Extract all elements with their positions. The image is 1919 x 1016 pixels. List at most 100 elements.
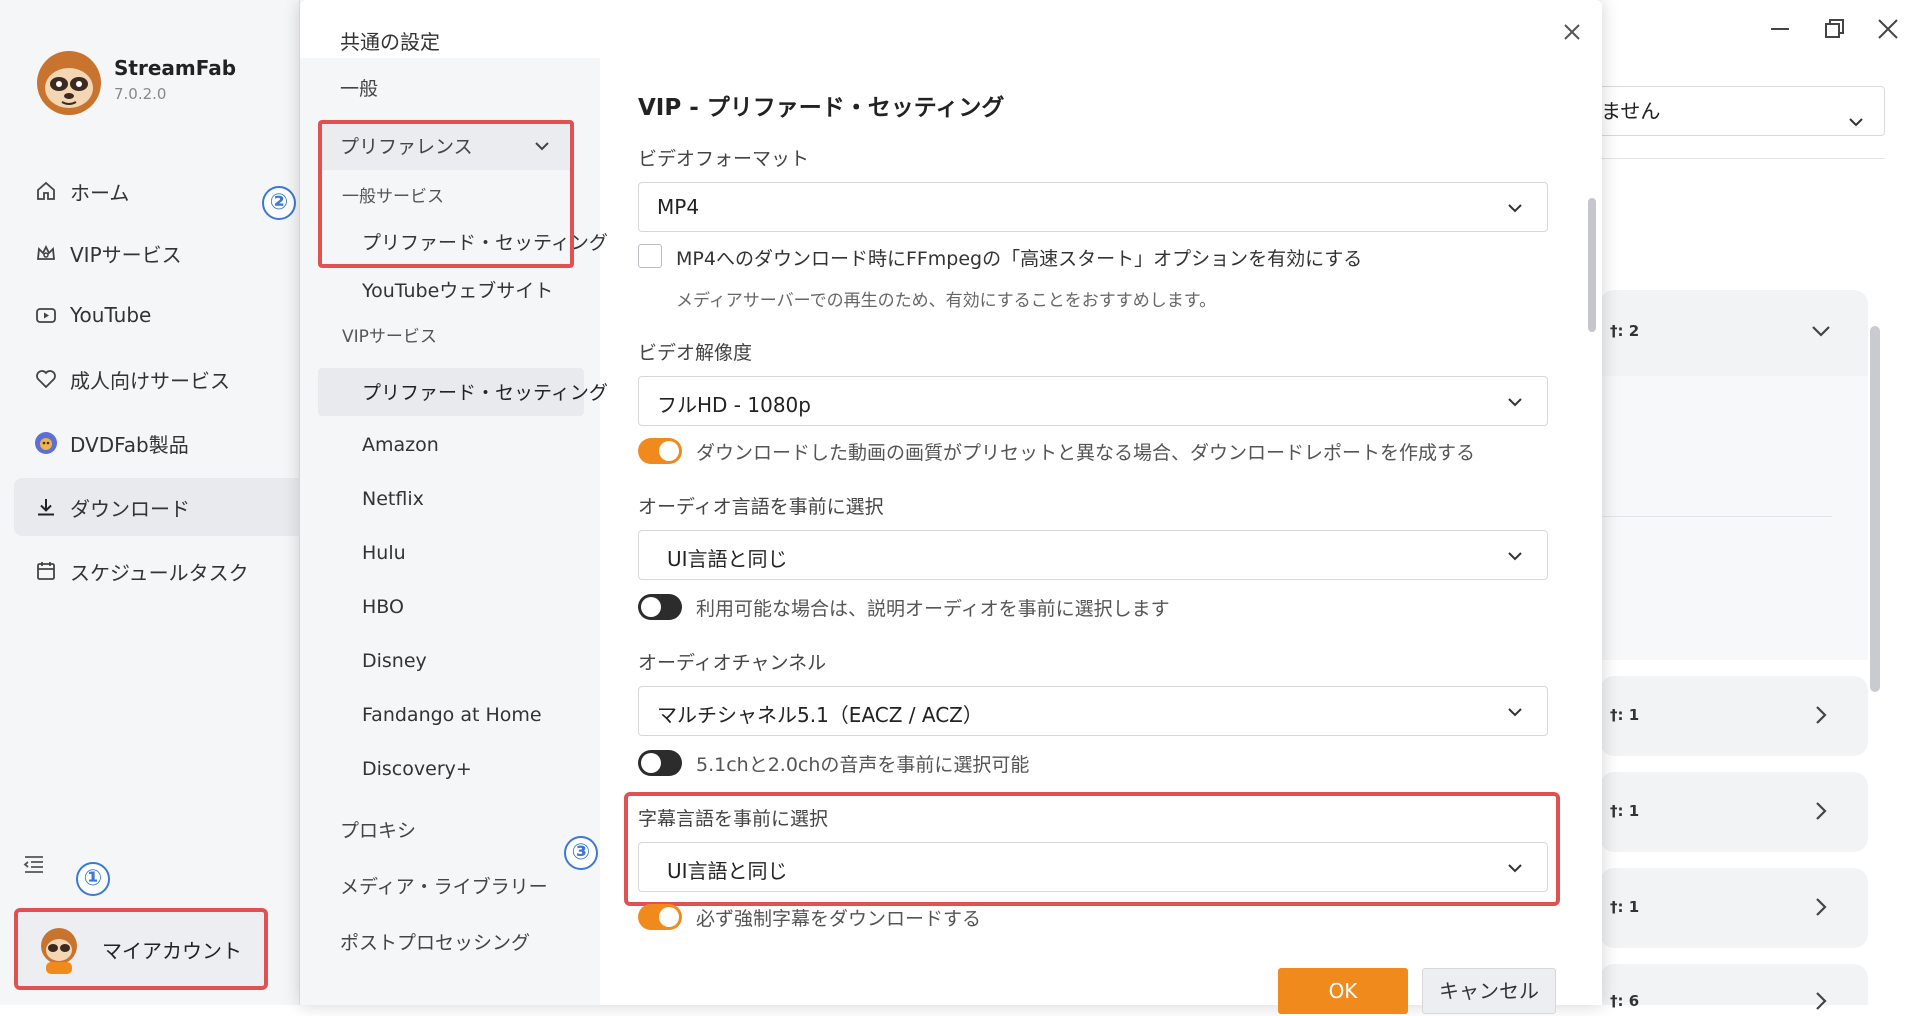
toggle-knob xyxy=(641,597,661,617)
step-badge-1: ① xyxy=(76,862,110,896)
youtube-icon xyxy=(32,301,60,329)
cancel-button[interactable]: キャンセル xyxy=(1422,968,1556,1014)
collapse-sidebar-icon[interactable] xyxy=(22,852,48,878)
nav-label: DVDFab製品 xyxy=(70,432,189,457)
streamfab-logo xyxy=(34,48,104,118)
settings-nav-media-library[interactable]: メディア・ライブラリー xyxy=(340,872,548,899)
download-icon xyxy=(32,493,60,521)
app-sidebar: StreamFab 7.0.2.0 ホーム VIPサービス YouTube 成人… xyxy=(0,0,300,1005)
step-badge-2: ② xyxy=(262,186,296,220)
resolution-value: フルHD - 1080p xyxy=(657,393,811,417)
my-account-button[interactable]: マイアカウント xyxy=(14,908,268,990)
settings-nav-amazon[interactable]: Amazon xyxy=(362,434,439,456)
task-card[interactable]: †: 6 xyxy=(1600,964,1868,1010)
forced-subtitles-toggle[interactable] xyxy=(638,904,682,930)
chevron-right-icon[interactable] xyxy=(1810,896,1832,918)
nav-schedule-task[interactable]: スケジュールタスク xyxy=(14,542,300,600)
chevron-down-icon xyxy=(1505,198,1525,218)
settings-nav-disney[interactable]: Disney xyxy=(362,650,427,672)
task-card-expanded-area xyxy=(1600,376,1868,660)
divider xyxy=(1600,158,1885,159)
quality-report-label: ダウンロードした動画の画質がプリセットと異なる場合、ダウンロードレポートを作成す… xyxy=(696,442,1476,464)
settings-nav-netflix[interactable]: Netflix xyxy=(362,488,424,510)
window-controls xyxy=(1639,0,1919,60)
settings-nav-fandango[interactable]: Fandango at Home xyxy=(362,704,542,726)
chevron-down-icon xyxy=(1505,546,1525,566)
vip-crown-icon xyxy=(32,239,60,267)
nav-dvdfab-products[interactable]: DVDFab製品 xyxy=(14,414,300,472)
chevron-right-icon[interactable] xyxy=(1810,990,1832,1012)
task-card[interactable]: †: 1 xyxy=(1600,772,1868,852)
resolution-select[interactable]: フルHD - 1080p xyxy=(638,376,1548,426)
channel-preselect-label: 5.1chと2.0chの音声を事前に選択可能 xyxy=(696,754,1030,776)
page-title: VIP - プリファード・セッティング xyxy=(638,95,1005,121)
nav-home[interactable]: ホーム xyxy=(14,162,300,220)
video-format-select[interactable]: MP4 xyxy=(638,182,1548,232)
restore-icon[interactable] xyxy=(1819,14,1849,44)
background-select-value: ません xyxy=(1601,99,1661,123)
nav-adult-services[interactable]: 成人向けサービス xyxy=(14,350,300,408)
descriptive-audio-toggle[interactable] xyxy=(638,594,682,620)
task-count: †: 2 xyxy=(1610,322,1640,340)
toggle-knob xyxy=(641,753,661,773)
ok-button[interactable]: OK xyxy=(1278,968,1408,1014)
nav-youtube[interactable]: YouTube xyxy=(14,286,300,344)
quality-report-toggle[interactable] xyxy=(638,438,682,464)
scrollbar[interactable] xyxy=(1870,326,1880,692)
task-card[interactable]: †: 1 xyxy=(1600,676,1868,756)
settings-nav-hbo[interactable]: HBO xyxy=(362,596,404,618)
audio-channel-select[interactable]: マルチシャネル5.1（EACZ / ACZ） xyxy=(638,686,1548,736)
my-account-label: マイアカウント xyxy=(102,938,242,963)
home-icon xyxy=(32,177,60,205)
settings-nav: 一般 プリファレンス 一般サービス プリファード・セッティング YouTubeウ… xyxy=(300,58,608,1005)
settings-nav-preferred-settings-vip[interactable]: プリファード・セッティング xyxy=(362,378,608,405)
settings-nav-post-processing[interactable]: ポストプロセッシング xyxy=(340,928,530,955)
background-select[interactable]: ません xyxy=(1590,86,1885,136)
calendar-icon xyxy=(32,557,60,585)
chevron-down-icon xyxy=(1505,392,1525,412)
task-card[interactable]: †: 1 xyxy=(1600,868,1868,948)
nav-vip-services[interactable]: VIPサービス xyxy=(14,224,300,282)
avatar xyxy=(34,924,84,974)
nav-label: スケジュールタスク xyxy=(70,560,249,585)
settings-nav-discovery[interactable]: Discovery+ xyxy=(362,758,472,780)
chevron-down-icon xyxy=(1505,702,1525,722)
settings-nav-proxy[interactable]: プロキシ xyxy=(340,816,416,843)
nav-download[interactable]: ダウンロード xyxy=(14,478,300,536)
task-count: †: 1 xyxy=(1610,802,1640,820)
nav-label: ダウンロード xyxy=(70,496,190,521)
settings-content: VIP - プリファード・セッティング ビデオフォーマット MP4 MP4へのダ… xyxy=(600,58,1590,1005)
settings-nav-hulu[interactable]: Hulu xyxy=(362,542,406,564)
nav-label: VIPサービス xyxy=(70,242,182,267)
faststart-checkbox[interactable] xyxy=(638,244,662,268)
descriptive-audio-label: 利用可能な場合は、説明オーディオを事前に選択します xyxy=(696,598,1170,620)
task-card[interactable]: †: 2 xyxy=(1600,290,1868,660)
dialog-title: 共通の設定 xyxy=(340,30,440,54)
video-format-value: MP4 xyxy=(657,195,700,219)
minimize-icon[interactable] xyxy=(1765,14,1795,44)
settings-nav-youtube-site[interactable]: YouTubeウェブサイト xyxy=(362,276,553,303)
scrollbar[interactable] xyxy=(1588,198,1596,332)
audio-language-select[interactable]: UI言語と同じ xyxy=(638,530,1548,580)
close-window-icon[interactable] xyxy=(1873,14,1903,44)
step-badge-3: ③ xyxy=(564,836,598,870)
app-name: StreamFab xyxy=(114,56,237,80)
forced-subtitles-label: 必ず強制字幕をダウンロードする xyxy=(696,908,982,930)
task-count: †: 1 xyxy=(1610,706,1640,724)
audio-language-value: UI言語と同じ xyxy=(667,547,788,571)
chevron-right-icon[interactable] xyxy=(1810,800,1832,822)
settings-nav-general[interactable]: 一般 xyxy=(340,74,378,101)
nav-label: YouTube xyxy=(70,303,152,327)
channel-preselect-toggle[interactable] xyxy=(638,750,682,776)
close-icon[interactable] xyxy=(1558,18,1586,46)
settings-nav-vip-services: VIPサービス xyxy=(342,327,437,347)
chevron-down-icon[interactable] xyxy=(1810,320,1832,342)
dvdfab-logo-icon xyxy=(32,429,60,457)
highlight-box xyxy=(624,792,1560,906)
nav-label: ホーム xyxy=(70,180,130,205)
task-count: †: 1 xyxy=(1610,898,1640,916)
resolution-label: ビデオ解像度 xyxy=(638,342,753,364)
chevron-right-icon[interactable] xyxy=(1810,704,1832,726)
audio-channel-value: マルチシャネル5.1（EACZ / ACZ） xyxy=(657,703,983,727)
audio-channel-label: オーディオチャンネル xyxy=(638,652,827,674)
